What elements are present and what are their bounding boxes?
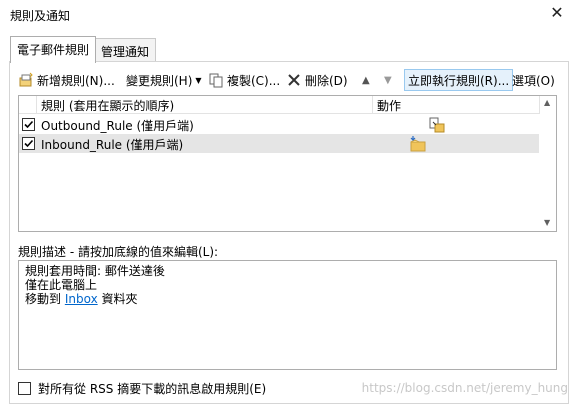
window-title: 規則及通知 <box>10 9 71 23</box>
rule-enabled-checkbox[interactable] <box>22 137 35 150</box>
description-line: 僅在此電腦上 <box>25 278 98 292</box>
move-prefix: 移動到 <box>25 292 65 306</box>
inbox-link[interactable]: Inbox <box>65 292 98 306</box>
rule-enabled-checkbox[interactable] <box>22 118 35 131</box>
tab-manage-alerts[interactable]: 管理通知 <box>94 38 157 62</box>
scroll-down-icon[interactable]: ▼ <box>544 218 550 227</box>
change-rule-label: 變更規則(H) <box>126 73 193 88</box>
column-header-action[interactable]: 動作 <box>377 97 401 114</box>
delete-button[interactable]: 刪除(D) <box>286 69 348 91</box>
change-rule-button[interactable]: 變更規則(H) ▼ <box>126 69 202 91</box>
rules-list[interactable]: 規則 (套用在顯示的順序) 動作 Outbound_Rule (僅用戶端) In… <box>18 95 557 232</box>
rule-description-label: 規則描述 - 請按加底線的值來編輯(L): <box>18 245 219 259</box>
column-separator[interactable] <box>372 96 373 114</box>
column-separator <box>36 96 37 114</box>
watermark: https://blog.csdn.net/jeremy_hung <box>361 381 568 395</box>
rule-name: Inbound_Rule (僅用戶端) <box>41 138 184 152</box>
run-rules-button[interactable]: 立即執行規則(R)... <box>404 69 514 91</box>
toolbar: 新增規則(N)... 變更規則(H) ▼ 複製(C)... 刪除(D) ▲ ▼ … <box>18 69 558 91</box>
copy-button[interactable]: 複製(C)... <box>208 69 280 91</box>
title-bar: 規則及通知 ✕ <box>0 0 578 30</box>
scroll-up-icon[interactable]: ▲ <box>544 98 550 107</box>
arrow-down-icon: ▼ <box>384 74 392 86</box>
copy-label: 複製(C)... <box>227 73 281 88</box>
new-rule-button[interactable]: 新增規則(N)... <box>18 69 115 91</box>
copy-to-folder-icon <box>427 116 445 134</box>
delete-label: 刪除(D) <box>305 73 348 88</box>
move-suffix: 資料夾 <box>97 292 138 306</box>
new-rule-label: 新增規則(N)... <box>37 73 115 88</box>
move-up-button[interactable]: ▲ <box>362 69 370 91</box>
move-to-folder-icon <box>409 135 427 153</box>
rss-rules-checkbox[interactable] <box>18 381 31 395</box>
rss-rules-label: 對所有從 RSS 摘要下載的訊息啟用規則(E) <box>38 381 267 396</box>
tab-email-rules[interactable]: 電子郵件規則 <box>10 36 97 63</box>
close-icon[interactable]: ✕ <box>548 4 566 22</box>
rule-name: Outbound_Rule (僅用戶端) <box>41 119 194 133</box>
column-header-rule[interactable]: 規則 (套用在顯示的順序) <box>41 97 174 114</box>
rules-list-header: 規則 (套用在顯示的順序) 動作 <box>19 96 556 114</box>
copy-icon <box>208 72 224 88</box>
arrow-up-icon: ▲ <box>362 74 370 86</box>
options-label: 選項(O) <box>512 73 555 88</box>
rule-row-outbound[interactable]: Outbound_Rule (僅用戶端) <box>19 115 539 134</box>
options-button[interactable]: 選項(O) <box>512 69 555 91</box>
delete-icon <box>286 72 302 88</box>
new-rule-icon <box>18 72 34 88</box>
rule-row-inbound[interactable]: Inbound_Rule (僅用戶端) <box>19 134 539 153</box>
description-line: 移動到 Inbox 資料夾 <box>25 292 550 306</box>
rss-rules-option[interactable]: 對所有從 RSS 摘要下載的訊息啟用規則(E) <box>18 381 267 396</box>
dropdown-arrow-icon: ▼ <box>195 75 202 85</box>
rule-description-box: 規則套用時間: 郵件送達後 僅在此電腦上 移動到 Inbox 資料夾 <box>18 260 557 370</box>
description-line: 規則套用時間: 郵件送達後 <box>25 264 165 278</box>
move-down-button[interactable]: ▼ <box>384 69 392 91</box>
rules-list-scrollbar[interactable]: ▲ ▼ <box>540 96 556 231</box>
run-rules-label: 立即執行規則(R)... <box>408 73 510 88</box>
